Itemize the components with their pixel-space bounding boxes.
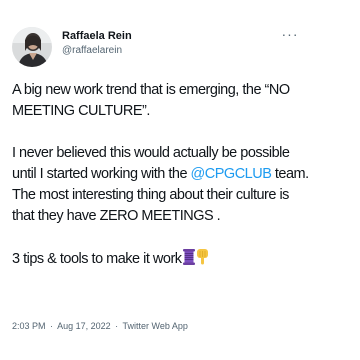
author-display-name[interactable]: Raffaela Rein	[62, 29, 132, 43]
meta-separator-2: ·	[115, 321, 119, 331]
tweet-card: Raffaela Rein @raffaelarein ··· A big ne…	[0, 0, 360, 360]
tweet-text: A big new work trend that is emerging, t…	[12, 80, 312, 272]
tweet-meta: 2:03 PM · Aug 17, 2022 · Twitter Web App	[12, 320, 188, 332]
tweet-paragraph-2: I never believed this would actually be …	[12, 143, 312, 227]
cpgclub-mention-link[interactable]: @CPGCLUB	[191, 166, 272, 182]
pointing-down-hand-emoji-icon	[196, 248, 209, 272]
profile-photo-icon	[12, 27, 52, 67]
tweet-date[interactable]: Aug 17, 2022	[57, 321, 111, 331]
tweet-paragraph-3: 3 tips & tools to make it work	[12, 248, 312, 272]
avatar[interactable]	[12, 27, 52, 67]
tweet-source[interactable]: Twitter Web App	[122, 321, 187, 331]
author-handle[interactable]: @raffaelarein	[62, 44, 132, 58]
more-horizontal-icon[interactable]: ···	[280, 27, 300, 45]
tweet-paragraph-1: A big new work trend that is emerging, t…	[12, 82, 290, 119]
paragraph-3-text: 3 tips & tools to make it work	[12, 251, 182, 267]
author-names: Raffaela Rein @raffaelarein	[62, 29, 132, 58]
thread-spool-emoji-icon	[182, 249, 195, 272]
meta-separator: ·	[50, 321, 54, 331]
tweet-time[interactable]: 2:03 PM	[12, 321, 46, 331]
tweet-header: Raffaela Rein @raffaelarein ···	[12, 27, 348, 67]
